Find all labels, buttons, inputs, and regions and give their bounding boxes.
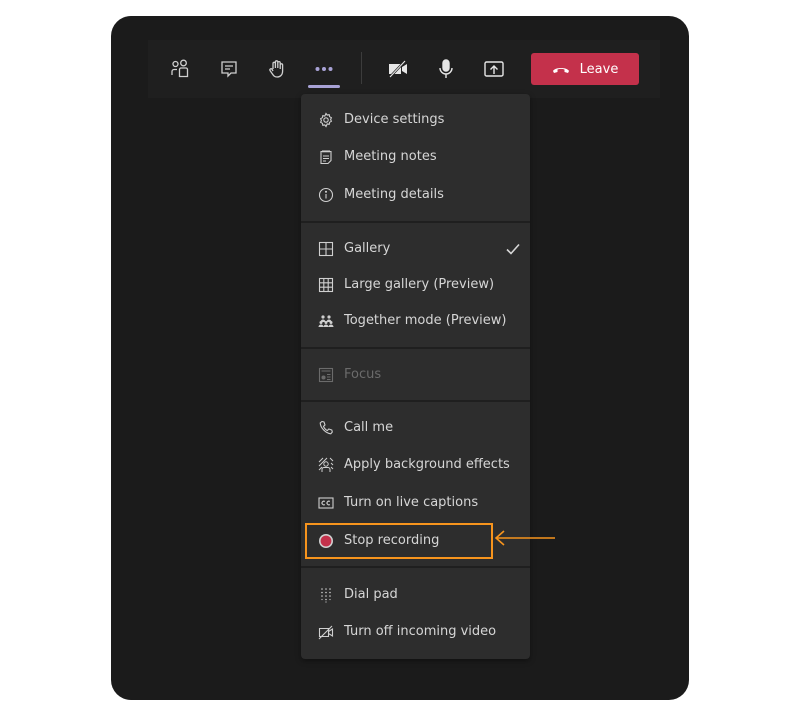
menu-divider xyxy=(301,566,530,568)
menu-divider xyxy=(301,347,530,349)
chat-button[interactable] xyxy=(209,40,249,98)
meeting-toolbar: Leave xyxy=(148,40,660,98)
menu-item-call-me[interactable]: Call me xyxy=(301,410,530,446)
share-tray-icon xyxy=(484,61,504,77)
info-icon xyxy=(318,187,334,203)
menu-item-live-captions[interactable]: Turn on live captions xyxy=(301,485,530,521)
hand-icon xyxy=(269,60,284,78)
hang-up-icon xyxy=(552,68,569,73)
menu-item-dial-pad[interactable]: Dial pad xyxy=(301,577,530,613)
menu-divider xyxy=(301,221,530,223)
toolbar-divider xyxy=(361,52,362,84)
checkmark-icon xyxy=(506,243,520,255)
menu-item-meeting-details[interactable]: Meeting details xyxy=(301,177,530,213)
mic-button[interactable] xyxy=(426,40,466,98)
notes-icon xyxy=(320,150,332,165)
video-off-icon xyxy=(389,60,407,78)
video-off-icon xyxy=(318,625,334,640)
more-actions-button[interactable] xyxy=(304,40,344,98)
menu-item-together-mode[interactable]: Together mode (Preview) xyxy=(301,303,530,339)
chat-icon xyxy=(221,61,237,78)
more-actions-menu: Device settings Meeting notes Meeting de… xyxy=(301,94,530,659)
menu-item-large-gallery[interactable]: Large gallery (Preview) xyxy=(301,267,530,303)
phone-icon xyxy=(319,420,333,435)
gear-icon xyxy=(319,112,333,128)
raise-hand-button[interactable] xyxy=(257,40,297,98)
focus-icon xyxy=(318,367,334,383)
menu-divider xyxy=(301,400,530,402)
gallery-icon xyxy=(318,241,334,257)
more-icon xyxy=(315,67,333,71)
active-tab-indicator xyxy=(308,85,340,88)
large-gallery-icon xyxy=(318,277,334,293)
menu-item-gallery[interactable]: Gallery xyxy=(301,231,530,267)
leave-button[interactable]: Leave xyxy=(531,53,639,85)
share-button[interactable] xyxy=(474,40,514,98)
camera-button[interactable] xyxy=(378,40,418,98)
menu-item-turn-off-incoming-video[interactable]: Turn off incoming video xyxy=(301,614,530,650)
menu-item-focus: Focus xyxy=(301,357,530,393)
menu-item-background-effects[interactable]: Apply background effects xyxy=(301,447,530,483)
captions-icon xyxy=(318,497,334,509)
mic-icon xyxy=(439,59,453,78)
menu-item-meeting-notes[interactable]: Meeting notes xyxy=(301,139,530,175)
annotation-arrow-icon xyxy=(494,530,555,546)
together-mode-icon xyxy=(318,315,334,327)
dial-pad-icon xyxy=(321,588,331,603)
leave-label: Leave xyxy=(579,61,619,77)
background-effects-icon xyxy=(318,457,334,472)
menu-item-device-settings[interactable]: Device settings xyxy=(301,102,530,138)
people-icon xyxy=(171,59,189,78)
annotation-highlight-box xyxy=(305,523,493,559)
participants-button[interactable] xyxy=(160,40,200,98)
